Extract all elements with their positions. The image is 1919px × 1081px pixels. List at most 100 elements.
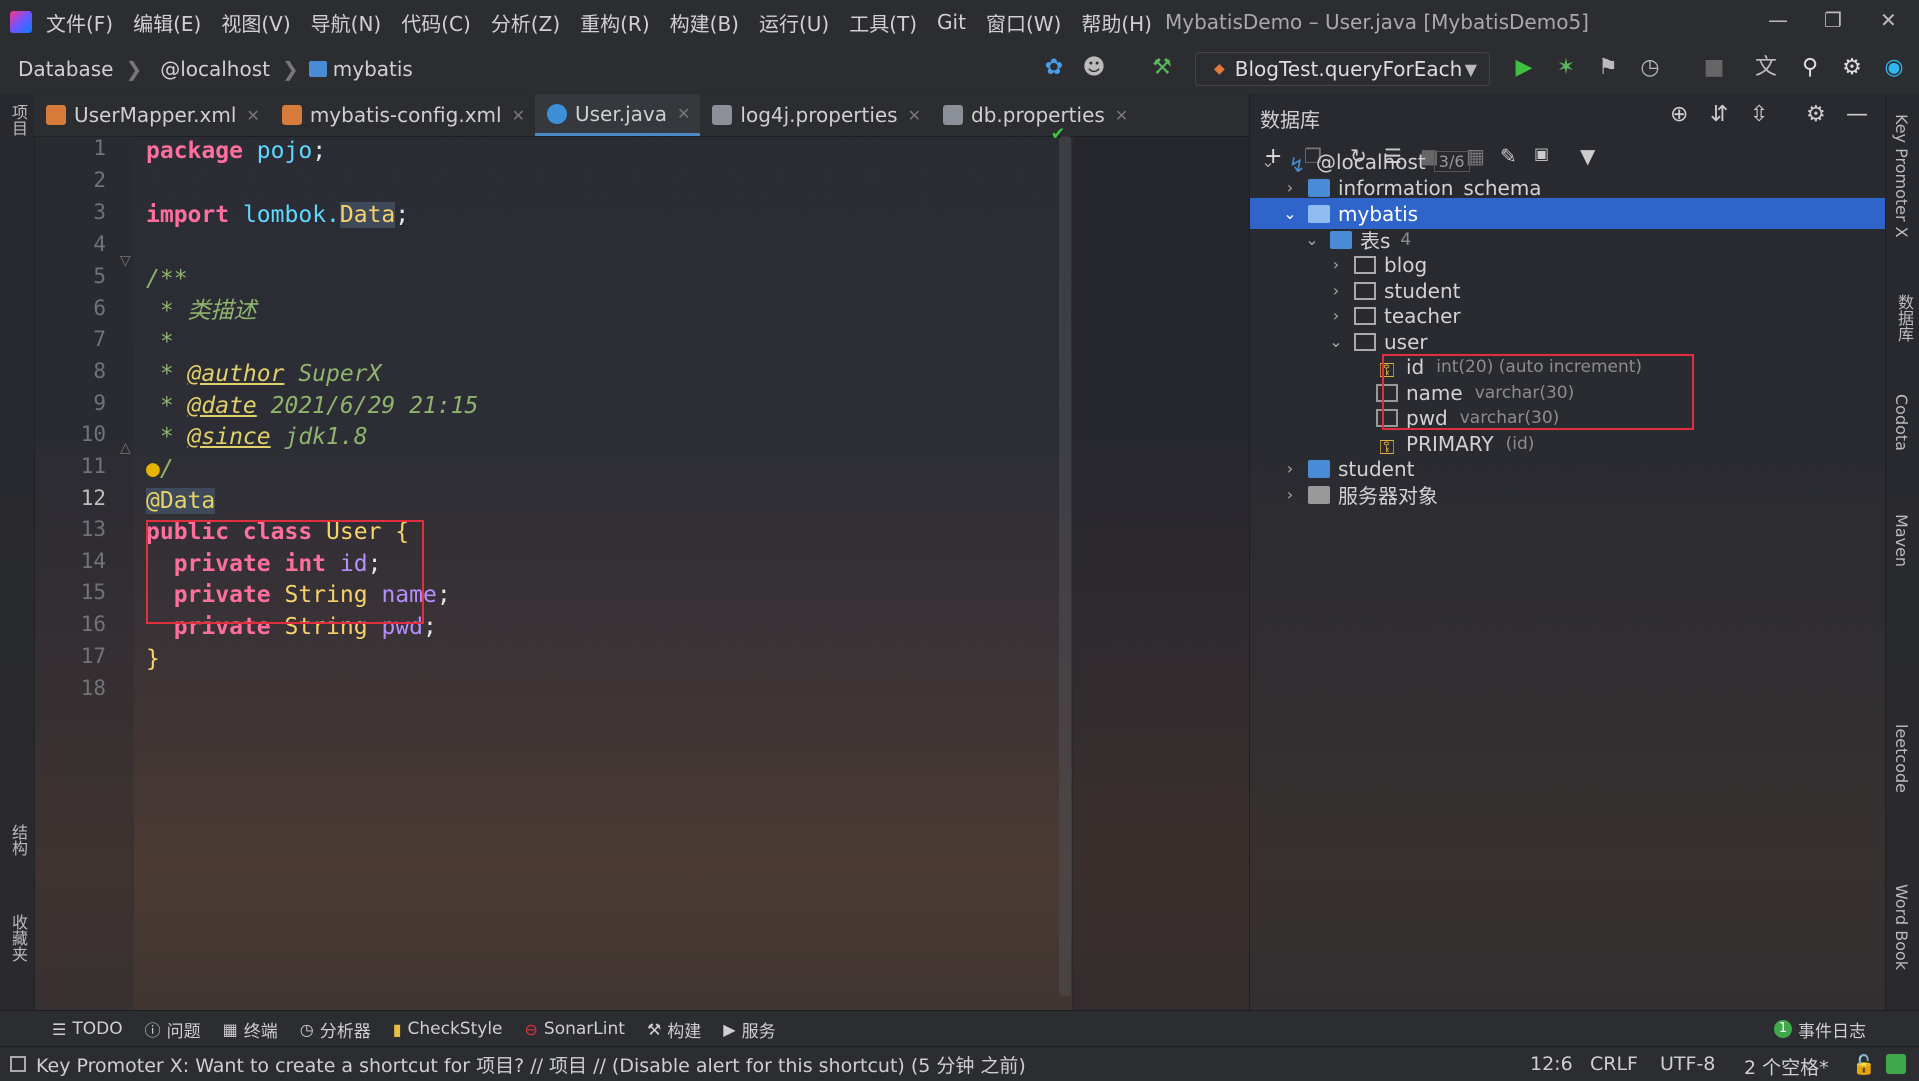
- checkstyle-tool-button[interactable]: ▮ CheckStyle: [393, 1019, 503, 1039]
- build-tool-button[interactable]: ⚒ 构建: [647, 1017, 701, 1042]
- close-tab-icon[interactable]: ✕: [246, 106, 259, 125]
- debug-icon[interactable]: ✶: [1552, 54, 1580, 82]
- sonarlint-tool-button[interactable]: ⊖ SonarLint: [525, 1019, 625, 1039]
- key-promoter-tool-button[interactable]: Key Promoter X: [1892, 114, 1911, 238]
- run-configuration-select[interactable]: ◆ BlogTest.queryForEach ▼: [1195, 52, 1490, 86]
- cursor-position[interactable]: 12:6: [1530, 1053, 1573, 1075]
- toolbox-icon[interactable]: ◉: [1880, 54, 1908, 82]
- xml-file-icon: [281, 105, 302, 125]
- favorites-tool-button[interactable]: 收藏夹: [6, 914, 30, 962]
- tab-user-java[interactable]: User.java ✕: [534, 94, 701, 136]
- breadcrumb-mybatis[interactable]: mybatis: [308, 57, 413, 81]
- tree-server-objects[interactable]: › 服务器对象: [1250, 479, 1886, 510]
- database-tool-button[interactable]: 数据库: [1892, 294, 1916, 342]
- lock-icon[interactable]: 🔓: [1852, 1053, 1876, 1076]
- todo-tool-button[interactable]: ☰ TODO: [52, 1019, 123, 1039]
- hide-panel-icon[interactable]: —: [1846, 102, 1868, 127]
- run-icon[interactable]: ▶: [1510, 54, 1538, 82]
- table-icon: [1354, 306, 1376, 325]
- chevron-down-icon[interactable]: ⌄: [1280, 204, 1300, 223]
- maven-tool-button[interactable]: Maven: [1892, 514, 1911, 567]
- breadcrumb-localhost[interactable]: @localhost: [160, 57, 270, 81]
- key-columns: (id): [1505, 433, 1535, 454]
- line-number: 17: [80, 644, 106, 668]
- menu-tools[interactable]: 工具(T): [849, 8, 917, 37]
- search-icon[interactable]: ⚲: [1796, 54, 1824, 82]
- menu-refactor[interactable]: 重构(R): [580, 8, 650, 37]
- editor-scrollbar[interactable]: [1059, 136, 1071, 996]
- restore-icon[interactable]: ❐: [1824, 8, 1842, 32]
- codota-status-icon[interactable]: [1886, 1054, 1906, 1074]
- close-tab-icon[interactable]: ✕: [908, 106, 921, 125]
- wordbook-tool-button[interactable]: Word Book: [1892, 884, 1911, 970]
- settings-gear-icon[interactable]: ⚙: [1838, 54, 1866, 82]
- menu-edit[interactable]: 编辑(E): [133, 8, 201, 37]
- close-tab-icon[interactable]: ✕: [512, 106, 525, 125]
- user-account-icon[interactable]: ☻: [1080, 54, 1108, 82]
- problems-tool-button[interactable]: ⓘ 问题: [145, 1017, 201, 1042]
- chevron-right-icon[interactable]: ›: [1326, 306, 1346, 325]
- chevron-right-icon[interactable]: ›: [1280, 459, 1300, 478]
- terminal-tool-button[interactable]: ▦ 终端: [223, 1017, 278, 1042]
- codota-tool-button[interactable]: Codota: [1892, 394, 1911, 451]
- close-icon[interactable]: ✕: [1880, 8, 1897, 32]
- coverage-icon[interactable]: ⚑: [1594, 54, 1622, 82]
- menu-file[interactable]: 文件(F): [46, 8, 113, 37]
- chevron-down-icon[interactable]: ⌄: [1258, 152, 1278, 171]
- tab-usermapper-xml[interactable]: UserMapper.xml ✕: [34, 94, 270, 136]
- close-tab-icon[interactable]: ✕: [1115, 106, 1128, 125]
- tab-label: UserMapper.xml: [74, 103, 237, 127]
- chevron-down-icon[interactable]: ⌄: [1326, 332, 1346, 351]
- translate-icon[interactable]: 文: [1752, 54, 1780, 82]
- comment-prefix: *: [146, 424, 188, 450]
- structure-tool-button[interactable]: 结构: [6, 824, 30, 856]
- fold-icon[interactable]: ▽: [120, 253, 131, 269]
- build-hammer-icon[interactable]: ⚒: [1148, 54, 1176, 82]
- menu-code[interactable]: 代码(C): [401, 8, 471, 37]
- profiler-tool-button[interactable]: ◷ 分析器: [300, 1017, 371, 1042]
- line-separator[interactable]: CRLF: [1590, 1053, 1638, 1075]
- panel-settings-icon[interactable]: ⚙: [1806, 102, 1826, 127]
- menu-navigate[interactable]: 导航(N): [311, 8, 382, 37]
- event-log-button[interactable]: 1 事件日志: [1774, 1017, 1866, 1042]
- menu-help[interactable]: 帮助(H): [1081, 8, 1152, 37]
- locate-icon[interactable]: ⊕: [1670, 102, 1688, 127]
- menu-build[interactable]: 构建(B): [670, 8, 739, 37]
- tab-log4j-properties[interactable]: log4j.properties ✕: [700, 94, 931, 136]
- tab-mybatis-config-xml[interactable]: mybatis-config.xml ✕: [270, 94, 535, 136]
- menu-window[interactable]: 窗口(W): [986, 8, 1061, 37]
- leetcode-tool-button[interactable]: leetcode: [1892, 724, 1911, 793]
- toggle-tool-windows-icon[interactable]: [10, 1056, 26, 1072]
- menu-view[interactable]: 视图(V): [221, 8, 290, 37]
- code-minimap[interactable]: [1072, 136, 1249, 1010]
- tree-label: blog: [1384, 252, 1428, 277]
- minimize-icon[interactable]: —: [1768, 8, 1788, 32]
- status-message[interactable]: Key Promoter X: Want to create a shortcu…: [36, 1051, 1026, 1078]
- profile-icon[interactable]: ◷: [1636, 54, 1664, 82]
- menu-git[interactable]: Git: [937, 10, 966, 34]
- chevron-right-icon[interactable]: ›: [1280, 178, 1300, 197]
- expand-all-icon[interactable]: ⇵: [1710, 102, 1728, 127]
- chevron-right-icon[interactable]: ›: [1326, 255, 1346, 274]
- code-editor[interactable]: package pojo; import lombok.Data; /** * …: [146, 120, 1066, 1010]
- chevron-right-icon[interactable]: ›: [1280, 485, 1300, 504]
- punctuation: ;: [436, 582, 451, 608]
- indent-setting[interactable]: 2 个空格*: [1744, 1053, 1829, 1080]
- tool-label: 问题: [166, 1021, 201, 1042]
- menu-analyze[interactable]: 分析(Z): [491, 8, 560, 37]
- tab-db-properties[interactable]: db.properties ✕: [931, 94, 1138, 136]
- file-encoding[interactable]: UTF-8: [1660, 1053, 1715, 1075]
- project-tool-button[interactable]: 项目: [6, 104, 30, 136]
- lightbulb-icon[interactable]: ●: [146, 456, 160, 482]
- keyword: import: [146, 202, 230, 228]
- stop-icon[interactable]: ■: [1700, 54, 1728, 82]
- services-tool-button[interactable]: ▶ 服务: [723, 1017, 775, 1042]
- fold-icon[interactable]: △: [120, 440, 131, 456]
- close-tab-icon[interactable]: ✕: [677, 104, 690, 123]
- menu-run[interactable]: 运行(U): [759, 8, 829, 37]
- collapse-all-icon[interactable]: ⇳: [1750, 102, 1768, 127]
- chevron-down-icon[interactable]: ⌄: [1302, 230, 1322, 249]
- plugin-icon[interactable]: ✿: [1040, 54, 1068, 82]
- chevron-right-icon[interactable]: ›: [1326, 281, 1346, 300]
- breadcrumb-database[interactable]: Database: [18, 57, 113, 81]
